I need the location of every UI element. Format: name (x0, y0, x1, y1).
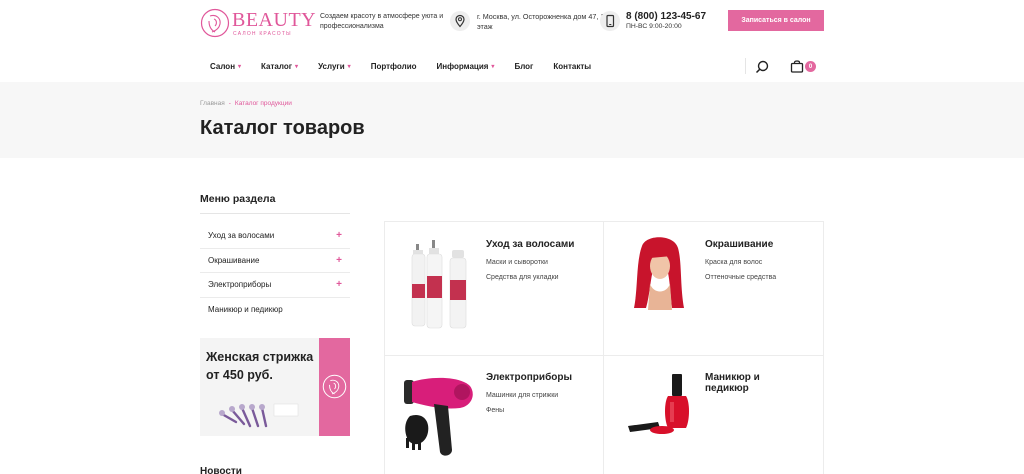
nav-label: Услуги (318, 61, 345, 71)
search-icon[interactable] (754, 59, 770, 75)
phone-icon (600, 11, 620, 31)
hair-dryer-image[interactable] (400, 372, 480, 462)
nav-label: Каталог (261, 61, 293, 71)
logo-subtitle: САЛОН КРАСОТЫ (233, 31, 292, 37)
category-title[interactable]: Уход за волосами (486, 239, 574, 250)
breadcrumb-current: Каталог продукции (234, 100, 292, 107)
nav-item-info[interactable]: Информация ▾ (437, 56, 495, 76)
hair-care-bottles-image[interactable] (406, 236, 472, 332)
address: г. Москва, ул. Осторожненка дом 47, 1 эт… (477, 12, 605, 31)
subcategory-link[interactable]: Машинки для стрижки (486, 392, 558, 399)
nav-label: Контакты (553, 61, 592, 71)
sidebar-item-coloring[interactable]: Окрашивание + (200, 249, 350, 273)
cart-count-badge: 0 (805, 61, 816, 72)
subcategory-link[interactable]: Краска для волос (705, 259, 762, 266)
category-title[interactable]: Электроприборы (486, 372, 572, 383)
sidebar-item-appliances[interactable]: Электроприборы + (200, 273, 350, 298)
breadcrumb-home[interactable]: Главная (200, 100, 225, 107)
main-nav: Салон ▾ Каталог ▾ Услуги ▾ Портфолио Информ… (200, 56, 611, 76)
sidebar-item-label: Окрашивание (208, 255, 260, 265)
plus-icon[interactable]: + (336, 255, 342, 266)
plus-icon[interactable]: + (336, 279, 342, 290)
red-haired-woman-image[interactable] (626, 236, 692, 310)
subcategory-link[interactable]: Фены (486, 407, 504, 414)
promo-banner[interactable]: Женская стрижка от 450 руб. (200, 338, 350, 436)
logo-word: BEAUTY (232, 9, 317, 31)
nav-label: Блог (514, 61, 534, 71)
caret-down-icon: ▾ (238, 63, 242, 70)
category-title[interactable]: Окрашивание (705, 239, 773, 250)
news-heading: Новости (200, 466, 242, 474)
nav-item-salon[interactable]: Салон ▾ (210, 56, 241, 76)
subcategory-link[interactable]: Маски и сыворотки (486, 259, 548, 266)
subcategory-link[interactable]: Средства для укладки (486, 274, 559, 281)
grid-divider (603, 221, 604, 474)
nav-item-catalog[interactable]: Каталог ▾ (261, 56, 298, 76)
phone-number[interactable]: 8 (800) 123-45-67 (626, 11, 706, 22)
sidebar-item-manicure[interactable]: Маникюр и педикюр (200, 298, 350, 323)
working-hours: ПН-ВС 9:00-20:00 (626, 23, 682, 30)
nav-item-services[interactable]: Услуги ▾ (318, 56, 351, 76)
nav-label: Портфолио (370, 61, 417, 71)
category-title[interactable]: Маникюр и педикюр (705, 372, 785, 394)
caret-down-icon: ▾ (295, 63, 299, 70)
nav-label: Информация (436, 61, 489, 71)
sidebar-item-label: Уход за волосами (208, 231, 275, 241)
caret-down-icon: ▾ (347, 63, 351, 70)
plus-icon[interactable]: + (336, 230, 342, 241)
nail-polish-image[interactable] (624, 372, 698, 440)
promo-text: Женская стрижка от 450 руб. (206, 350, 314, 382)
caret-down-icon: ▾ (491, 63, 495, 70)
nav-item-contacts[interactable]: Контакты (553, 56, 591, 76)
sidebar-item-hair-care[interactable]: Уход за волосами + (200, 224, 350, 249)
subcategory-link[interactable]: Оттеночные средства (705, 274, 776, 281)
sidebar-divider (200, 213, 350, 214)
nav-item-blog[interactable]: Блог (514, 56, 533, 76)
tagline: Создаем красоту в атмосфере уюта и профе… (320, 13, 444, 30)
breadcrumb: Главная - Каталог продукции (200, 100, 292, 107)
breadcrumb-separator: - (228, 100, 231, 107)
nav-divider (745, 58, 746, 74)
nav-item-portfolio[interactable]: Портфолио (371, 56, 417, 76)
logo-face-icon (322, 374, 347, 399)
sidebar-title: Меню раздела (200, 193, 276, 205)
location-pin-icon (450, 11, 470, 31)
page-heading-band (0, 82, 1024, 158)
grid-divider (384, 355, 824, 356)
sidebar-item-label: Электроприборы (208, 280, 272, 290)
sidebar-menu: Уход за волосами + Окрашивание + Электро… (200, 224, 350, 322)
sidebar-item-label: Маникюр и педикюр (208, 305, 283, 315)
logo-face-icon (200, 8, 230, 38)
logo[interactable]: BEAUTY САЛОН КРАСОТЫ (200, 8, 316, 42)
nav-label: Салон (210, 61, 236, 71)
page-title: Каталог товаров (200, 117, 365, 139)
brushes-image (219, 403, 299, 428)
shopping-bag-icon[interactable] (790, 59, 804, 73)
book-salon-button[interactable]: Записаться в салон (728, 10, 824, 31)
